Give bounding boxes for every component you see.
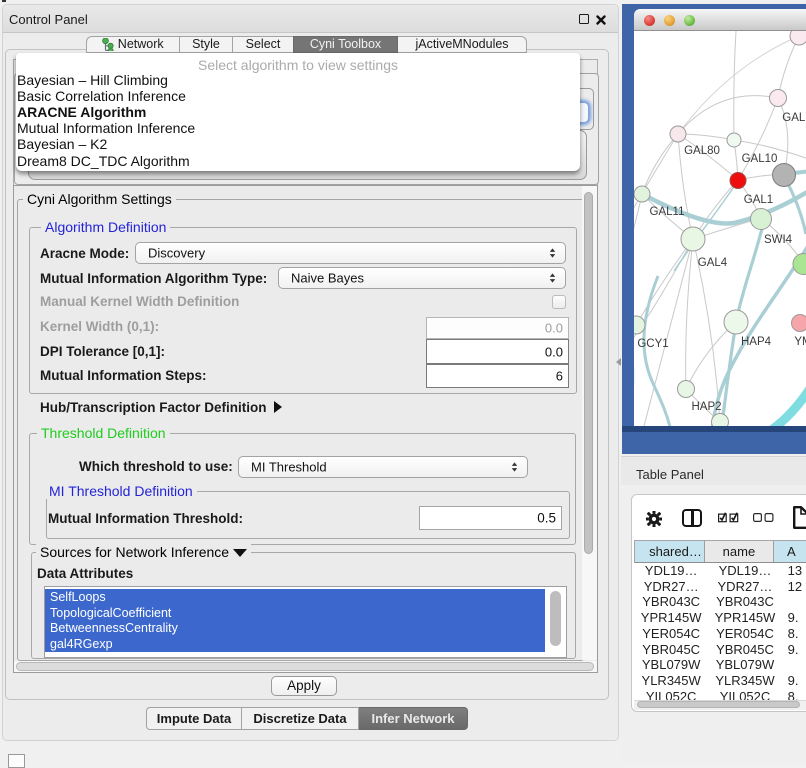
svg-text:GAL4: GAL4	[698, 257, 728, 269]
svg-text:GAL1: GAL1	[744, 194, 773, 206]
svg-text:GAL7: GAL7	[782, 112, 806, 124]
svg-text:GCY1: GCY1	[637, 338, 668, 350]
svg-text:GAL10: GAL10	[742, 153, 778, 165]
svg-text:GAL80: GAL80	[684, 145, 720, 157]
svg-text:HAP4: HAP4	[741, 336, 772, 348]
svg-text:SWI4: SWI4	[764, 234, 793, 246]
svg-text:HAP2: HAP2	[691, 401, 721, 413]
svg-text:YM: YM	[794, 336, 806, 348]
svg-text:GAL11: GAL11	[650, 206, 685, 218]
